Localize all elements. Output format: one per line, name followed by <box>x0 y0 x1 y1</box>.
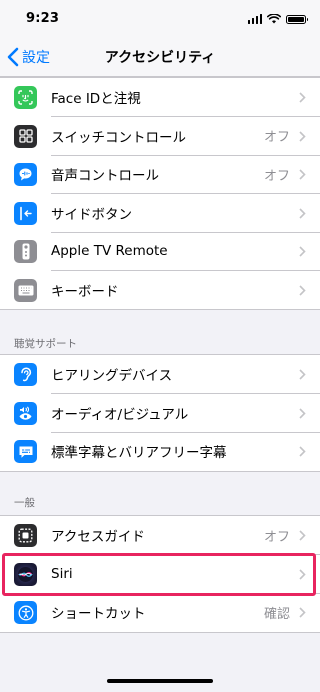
chevron-right-icon <box>299 246 306 257</box>
chevron-right-icon <box>299 369 306 380</box>
list-item-guided-access[interactable]: アクセスガイド オフ <box>0 516 320 555</box>
list-item-hearing-devices[interactable]: ヒアリングデバイス <box>0 355 320 394</box>
section-header-general: 一般 <box>14 497 35 509</box>
chevron-right-icon <box>299 207 306 219</box>
list-item-label: スイッチコントロール <box>51 129 186 146</box>
hearing-ear-icon <box>14 363 37 386</box>
cellular-signal-icon <box>247 14 262 24</box>
list-item-label: Apple TV Remote <box>51 243 168 260</box>
face-id-icon <box>14 86 37 109</box>
chevron-right-icon <box>299 446 306 457</box>
chevron-right-icon <box>299 130 306 142</box>
hearing-settings-list: ヒアリングデバイス オーディオ/ビジュアル 標準字幕とバリアフリー字幕 <box>0 354 320 472</box>
chevron-right-icon <box>299 169 306 180</box>
status-time: 9:23 <box>26 11 60 26</box>
siri-icon <box>14 562 37 586</box>
keyboard-icon <box>14 278 37 302</box>
switch-control-icon <box>14 124 37 148</box>
list-item-label: 標準字幕とバリアフリー字幕 <box>51 445 227 462</box>
status-bar: 9:23 <box>0 0 320 38</box>
list-item-value: オフ <box>263 529 290 545</box>
chevron-right-icon <box>299 407 306 419</box>
list-item-keyboard[interactable]: キーボード <box>0 271 320 310</box>
section-header-hearing: 聴覚サポート <box>14 338 77 350</box>
accessibility-shortcut-icon <box>14 601 37 624</box>
list-item-label: 音声コントロール <box>51 168 159 185</box>
subtitles-icon <box>14 440 37 463</box>
chevron-right-icon <box>299 92 306 103</box>
chevron-right-icon <box>299 530 306 541</box>
side-button-icon <box>14 201 37 225</box>
audio-visual-icon <box>14 401 37 425</box>
list-item-label: ヒアリングデバイス <box>51 368 173 385</box>
interaction-settings-list: Face IDと注視 スイッチコントロール オフ 音声コントロール オフ サイド… <box>0 77 320 310</box>
page-title: アクセシビリティ <box>104 50 216 66</box>
voice-control-icon <box>14 163 37 186</box>
list-item-accessibility-shortcut[interactable]: ショートカット 確認 <box>0 593 320 632</box>
chevron-right-icon <box>299 568 306 580</box>
list-item-audio-visual[interactable]: オーディオ/ビジュアル <box>0 394 320 432</box>
home-indicator[interactable] <box>107 679 213 683</box>
general-settings-list: アクセスガイド オフ Siri ショートカット 確認 <box>0 515 320 633</box>
chevron-right-icon <box>299 607 306 618</box>
list-item-face-id[interactable]: Face IDと注視 <box>0 78 320 117</box>
accessibility-screen: 9:23 設定 アクセシビリティ Face IDと注視 スイッチコントロール オ… <box>0 0 320 692</box>
list-item-value: オフ <box>263 168 290 184</box>
list-item-value: 確認 <box>263 606 290 622</box>
list-item-siri[interactable]: Siri <box>0 555 320 593</box>
status-icons <box>247 13 308 25</box>
list-item-label: ショートカット <box>51 606 146 623</box>
list-item-label: オーディオ/ビジュアル <box>51 406 189 423</box>
list-item-label: サイドボタン <box>51 206 132 223</box>
list-item-label: キーボード <box>51 283 119 300</box>
tv-remote-icon <box>14 240 37 263</box>
list-item-side-button[interactable]: サイドボタン <box>0 194 320 232</box>
navigation-bar: 設定 アクセシビリティ <box>0 38 320 77</box>
list-item-value: オフ <box>263 130 290 146</box>
list-item-label: Face IDと注視 <box>51 91 141 108</box>
guided-access-icon <box>14 524 37 547</box>
list-item-subtitles[interactable]: 標準字幕とバリアフリー字幕 <box>0 432 320 471</box>
list-item-label: アクセスガイド <box>51 529 145 546</box>
list-item-switch-control[interactable]: スイッチコントロール オフ <box>0 117 320 155</box>
list-item-apple-tv-remote[interactable]: Apple TV Remote <box>0 232 320 271</box>
list-item-label: Siri <box>51 565 73 582</box>
wifi-icon <box>267 14 281 24</box>
battery-icon <box>286 14 308 24</box>
list-item-voice-control[interactable]: 音声コントロール オフ <box>0 155 320 194</box>
chevron-right-icon <box>299 284 306 296</box>
